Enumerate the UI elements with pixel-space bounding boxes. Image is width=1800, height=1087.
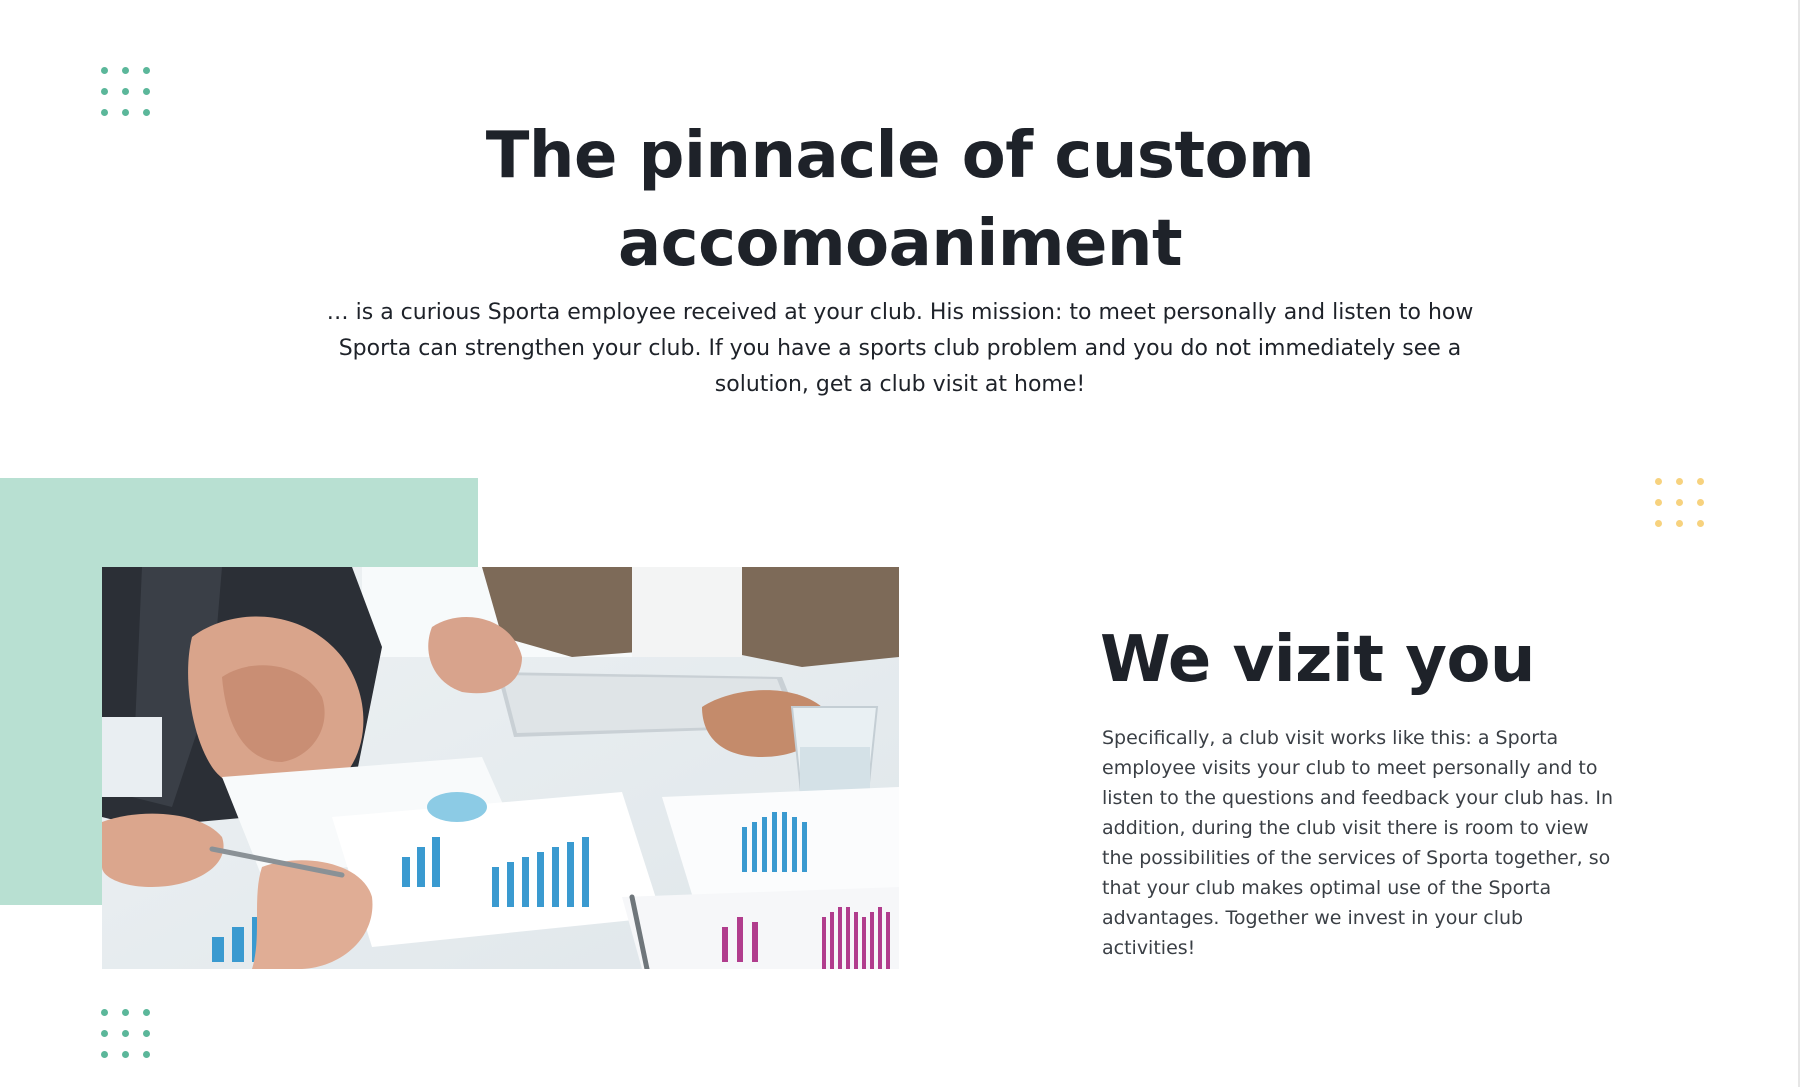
section-title: We vizit you [1100,623,1535,697]
page: The pinnacle of custom accomoaniment … i… [0,0,1800,1087]
business-meeting-photo [102,567,899,969]
dot-grid-icon [101,67,150,116]
dot-grid-icon [101,1009,150,1058]
page-title: The pinnacle of custom accomoaniment [485,119,1315,281]
dot-grid-icon [1655,478,1704,527]
intro-paragraph: … is a curious Sporta employee received … [326,300,1474,397]
section-paragraph: Specifically, a club visit works like th… [1102,727,1614,959]
